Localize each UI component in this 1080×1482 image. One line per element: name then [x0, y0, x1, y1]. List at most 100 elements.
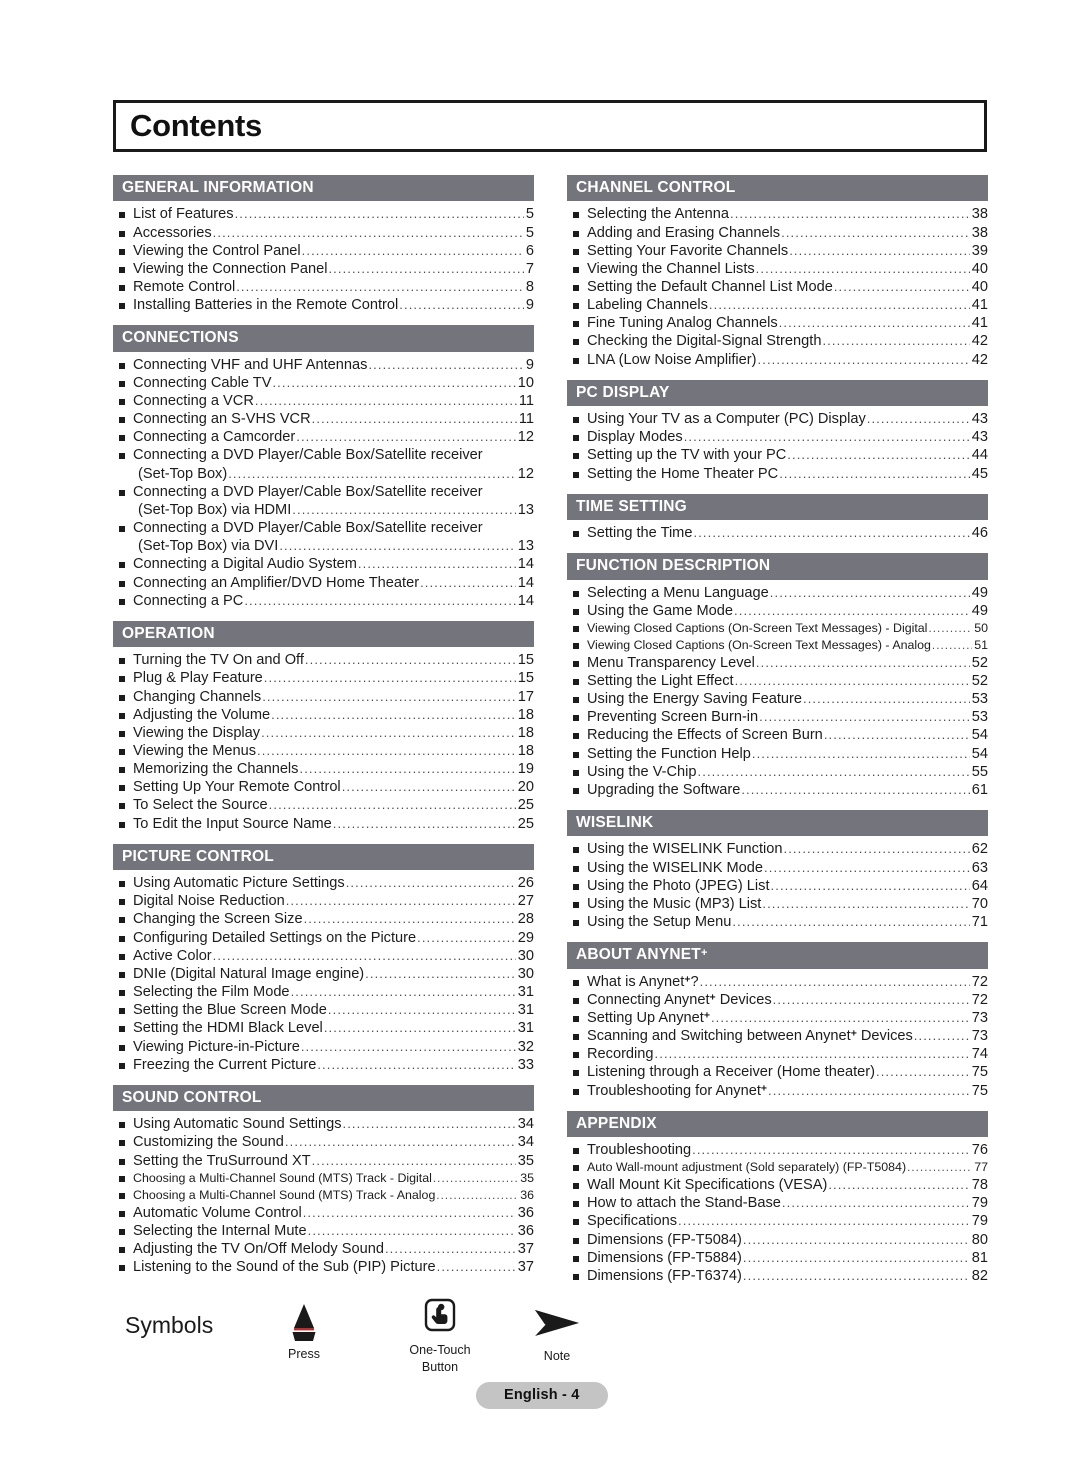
toc-entry[interactable]: Viewing Picture-in-Picture..............… [113, 1038, 534, 1056]
toc-entry[interactable]: Setting the Default Channel List Mode...… [567, 278, 988, 296]
toc-entry[interactable]: Using the V-Chip........................… [567, 763, 988, 781]
toc-entry[interactable]: Auto Wall-mount adjustment (Sold separat… [567, 1159, 988, 1176]
toc-entry[interactable]: Setting the TruSurround XT..............… [113, 1152, 534, 1170]
toc-entry[interactable]: What is Anynet+?........................… [567, 973, 988, 991]
toc-entry[interactable]: Connecting a DVD Player/Cable Box/Satell… [113, 519, 534, 555]
toc-entry[interactable]: Wall Mount Kit Specifications (VESA)....… [567, 1176, 988, 1194]
toc-entry[interactable]: Dimensions (FP-T5084)...................… [567, 1231, 988, 1249]
toc-section: OPERATION Turning the TV On and Off......… [113, 620, 534, 833]
toc-entry[interactable]: Connecting a Camcorder..................… [113, 428, 534, 446]
toc-entry[interactable]: Viewing Closed Captions (On-Screen Text … [567, 637, 988, 654]
toc-entry[interactable]: Display Modes...........................… [567, 428, 988, 446]
toc-entry[interactable]: Setting the Time........................… [567, 524, 988, 542]
toc-entry[interactable]: Digital Noise Reduction.................… [113, 892, 534, 910]
toc-entry[interactable]: Connecting a DVD Player/Cable Box/Satell… [113, 446, 534, 482]
toc-entry[interactable]: Using the Music (MP3) List..............… [567, 895, 988, 913]
toc-entry[interactable]: Viewing the Channel Lists...............… [567, 260, 988, 278]
leader-dots: ........................................… [328, 260, 523, 276]
toc-entry[interactable]: Setting up the TV with your PC..........… [567, 446, 988, 464]
toc-entry[interactable]: Connecting a VCR........................… [113, 392, 534, 410]
toc-entry[interactable]: Changing the Screen Size................… [113, 910, 534, 928]
toc-entry[interactable]: Using Automatic Sound Settings..........… [113, 1115, 534, 1133]
toc-entry[interactable]: Using the Setup Menu....................… [567, 913, 988, 931]
bullet-square-icon [573, 590, 579, 597]
toc-entry[interactable]: To Select the Source....................… [113, 796, 534, 814]
toc-entry[interactable]: Configuring Detailed Settings on the Pic… [113, 929, 534, 947]
toc-entry[interactable]: Adding and Erasing Channels.............… [567, 224, 988, 242]
toc-entry[interactable]: Viewing the Menus.......................… [113, 742, 534, 760]
toc-entry[interactable]: Connecting a DVD Player/Cable Box/Satell… [113, 483, 534, 519]
toc-entry[interactable]: Using the Game Mode.....................… [567, 602, 988, 620]
toc-entry[interactable]: Setting the HDMI Black Level............… [113, 1019, 534, 1037]
toc-entry[interactable]: Listening through a Receiver (Home theat… [567, 1063, 988, 1081]
toc-entry[interactable]: Using the Photo (JPEG) List.............… [567, 877, 988, 895]
toc-entry[interactable]: Troubleshooting for Anynet+.............… [567, 1082, 988, 1100]
toc-entry[interactable]: Dimensions (FP-T6374)...................… [567, 1267, 988, 1285]
toc-entry[interactable]: Using the WISELINK Function.............… [567, 840, 988, 858]
toc-entry[interactable]: Using Your TV as a Computer (PC) Display… [567, 410, 988, 428]
toc-entry[interactable]: Connecting Cable TV.....................… [113, 374, 534, 392]
bullet-square-icon [119, 899, 125, 906]
toc-entry[interactable]: Choosing a Multi-Channel Sound (MTS) Tra… [113, 1170, 534, 1187]
toc-entry[interactable]: LNA (Low Noise Amplifier)...............… [567, 351, 988, 369]
toc-entry[interactable]: Troubleshooting.........................… [567, 1141, 988, 1159]
bullet-square-icon [573, 1219, 579, 1226]
toc-entry[interactable]: Customizing the Sound...................… [113, 1133, 534, 1151]
toc-entry[interactable]: Recording...............................… [567, 1045, 988, 1063]
toc-entry[interactable]: Connecting a PC.........................… [113, 592, 534, 610]
toc-entry[interactable]: Setting Up Your Remote Control..........… [113, 778, 534, 796]
toc-entry[interactable]: Choosing a Multi-Channel Sound (MTS) Tra… [113, 1187, 534, 1204]
toc-entry[interactable]: Connecting Anynet+ Devices..............… [567, 991, 988, 1009]
toc-entry[interactable]: Using the Energy Saving Feature.........… [567, 690, 988, 708]
toc-entry[interactable]: Adjusting the Volume....................… [113, 706, 534, 724]
toc-entry[interactable]: Selecting a Menu Language...............… [567, 584, 988, 602]
toc-entry[interactable]: Setting the Blue Screen Mode............… [113, 1001, 534, 1019]
toc-entry[interactable]: Turning the TV On and Off...............… [113, 651, 534, 669]
toc-entry[interactable]: Accessories.............................… [113, 224, 534, 242]
toc-entry[interactable]: Setting the Function Help...............… [567, 745, 988, 763]
toc-entry[interactable]: Selecting the Internal Mute.............… [113, 1222, 534, 1240]
toc-entry[interactable]: Connecting an S-VHS VCR.................… [113, 410, 534, 428]
toc-entry[interactable]: Preventing Screen Burn-in...............… [567, 708, 988, 726]
toc-entry[interactable]: Adjusting the TV On/Off Melody Sound....… [113, 1240, 534, 1258]
toc-entry[interactable]: List of Features........................… [113, 205, 534, 223]
toc-entry[interactable]: Viewing the Connection Panel............… [113, 260, 534, 278]
toc-entry[interactable]: Scanning and Switching between Anynet+ D… [567, 1027, 988, 1045]
toc-entry[interactable]: Freezing the Current Picture............… [113, 1056, 534, 1074]
toc-entry[interactable]: Setting Up Anynet+......................… [567, 1009, 988, 1027]
toc-entry[interactable]: Listening to the Sound of the Sub (PIP) … [113, 1258, 534, 1276]
toc-entry[interactable]: Specifications..........................… [567, 1212, 988, 1230]
toc-entry[interactable]: Checking the Digital-Signal Strength....… [567, 332, 988, 350]
toc-entry[interactable]: Using Automatic Picture Settings........… [113, 874, 534, 892]
toc-entry[interactable]: Selecting the Antenna...................… [567, 205, 988, 223]
toc-entry[interactable]: Labeling Channels.......................… [567, 296, 988, 314]
toc-entry[interactable]: Menu Transparency Level.................… [567, 654, 988, 672]
toc-entry[interactable]: Setting the Home Theater PC.............… [567, 465, 988, 483]
toc-entry[interactable]: How to attach the Stand-Base............… [567, 1194, 988, 1212]
toc-entry-page: 76 [971, 1142, 988, 1159]
toc-entry[interactable]: Connecting an Amplifier/DVD Home Theater… [113, 574, 534, 592]
toc-entry[interactable]: DNIe (Digital Natural Image engine).....… [113, 965, 534, 983]
toc-entry[interactable]: Connecting a Digital Audio System.......… [113, 555, 534, 573]
toc-entry[interactable]: Selecting the Film Mode.................… [113, 983, 534, 1001]
toc-entry[interactable]: Setting the Light Effect................… [567, 672, 988, 690]
toc-entry[interactable]: Setting Your Favorite Channels..........… [567, 242, 988, 260]
toc-entry[interactable]: Viewing the Display.....................… [113, 724, 534, 742]
toc-entry[interactable]: Fine Tuning Analog Channels.............… [567, 314, 988, 332]
toc-entry[interactable]: Dimensions (FP-T5884)...................… [567, 1249, 988, 1267]
toc-entry[interactable]: Reducing the Effects of Screen Burn.....… [567, 726, 988, 744]
toc-entry[interactable]: Automatic Volume Control................… [113, 1204, 534, 1222]
toc-entry[interactable]: Using the WISELINK Mode.................… [567, 859, 988, 877]
toc-entry[interactable]: Viewing Closed Captions (On-Screen Text … [567, 620, 988, 637]
toc-entry[interactable]: Changing Channels.......................… [113, 688, 534, 706]
toc-entry[interactable]: Connecting VHF and UHF Antennas.........… [113, 356, 534, 374]
toc-entry[interactable]: Remote Control..........................… [113, 278, 534, 296]
toc-entry[interactable]: Installing Batteries in the Remote Contr… [113, 296, 534, 314]
toc-entry[interactable]: Upgrading the Software..................… [567, 781, 988, 799]
toc-entry[interactable]: Viewing the Control Panel...............… [113, 242, 534, 260]
toc-entry[interactable]: Memorizing the Channels.................… [113, 760, 534, 778]
toc-entry[interactable]: To Edit the Input Source Name...........… [113, 815, 534, 833]
toc-entry[interactable]: Active Color............................… [113, 947, 534, 965]
toc-entry-label: Viewing Closed Captions (On-Screen Text … [587, 637, 931, 652]
toc-entry[interactable]: Plug & Play Feature.....................… [113, 669, 534, 687]
